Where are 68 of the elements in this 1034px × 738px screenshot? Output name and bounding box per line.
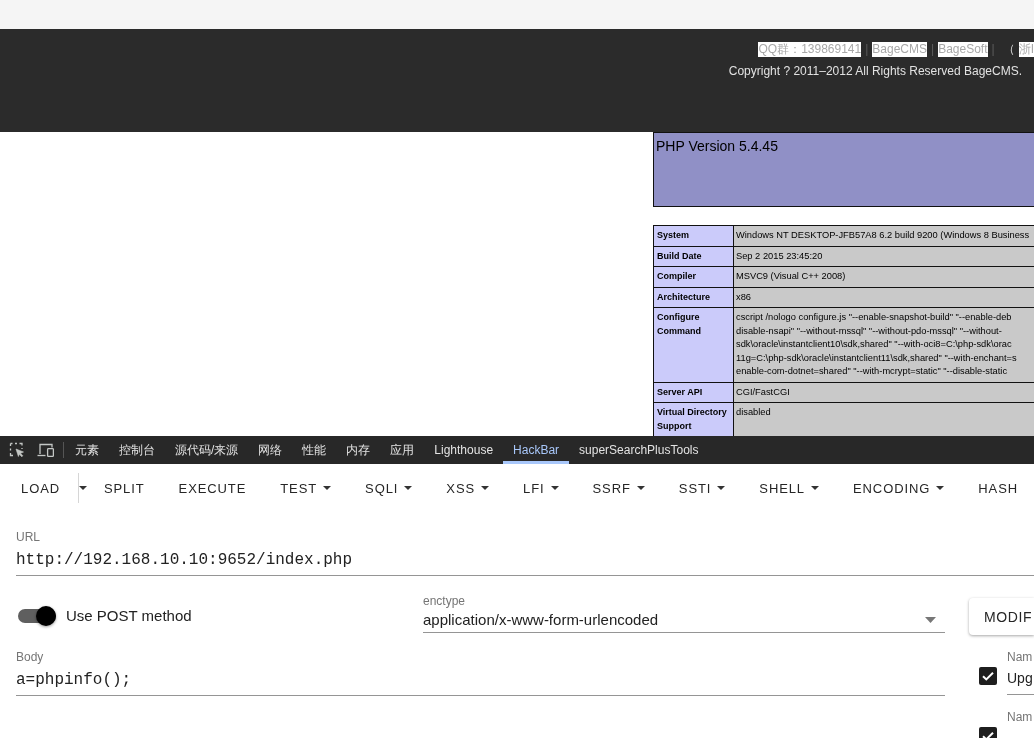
- footer-text: （: [1002, 42, 1015, 57]
- caret-icon: [550, 486, 559, 490]
- devtools-tab[interactable]: HackBar: [503, 436, 570, 464]
- table-value-cell: Sep 2 2015 23:45:20: [733, 246, 1034, 267]
- caret-icon: [636, 486, 645, 490]
- url-input[interactable]: http://192.168.10.10:9652/index.php: [16, 548, 1034, 576]
- table-label-cell: System: [653, 225, 734, 246]
- php-version-title: PHP Version 5.4.45: [656, 138, 778, 154]
- menu-button[interactable]: SQLI: [349, 470, 429, 506]
- caret-icon: [925, 616, 936, 623]
- header-checkbox[interactable]: [979, 667, 997, 685]
- menu-button[interactable]: SSRF: [576, 470, 661, 506]
- devtools-tab[interactable]: 源代码/来源: [165, 436, 249, 464]
- table-label-cell: Server API: [653, 382, 734, 403]
- body-label: Body: [16, 650, 45, 664]
- devtools-tab[interactable]: superSearchPlusTools: [569, 436, 709, 464]
- table-label-cell: Configure Command: [653, 307, 734, 382]
- header-name-label: Nam: [1007, 650, 1034, 664]
- caret-icon: [481, 486, 490, 490]
- enctype-label: enctype: [423, 594, 467, 608]
- caret-icon: [811, 486, 819, 490]
- devtools-tab[interactable]: 网络: [248, 436, 293, 464]
- table-value-cell: MSVC9 (Visual C++ 2008): [733, 266, 1034, 287]
- header-value-input[interactable]: Upg: [1007, 664, 1034, 695]
- caret-icon: [404, 486, 413, 490]
- body-input[interactable]: a=phpinfo();: [16, 668, 945, 696]
- table-label-cell: Compiler: [653, 266, 734, 287]
- copyright-text: Copyright ? 2011–2012 All Rights Reserved BageCMS.: [728, 64, 1023, 79]
- table-value-cell: Windows NT DESKTOP-JFB57A8 6.2 build 9200 (Windows 8 Business: [733, 225, 1034, 246]
- table-label-cell: Architecture: [653, 287, 734, 308]
- enctype-select[interactable]: application/x-www-form-urlencoded: [423, 609, 945, 633]
- dropdown-button[interactable]: [78, 473, 88, 503]
- table-value-cell: CGI/FastCGI: [733, 382, 1034, 403]
- url-label: URL: [16, 530, 41, 544]
- devtools-tab[interactable]: 控制台: [109, 436, 165, 464]
- devtools-tab[interactable]: Lighthouse: [424, 436, 504, 464]
- menu-button[interactable]: SHELL: [743, 470, 835, 506]
- devtools-tab[interactable]: 内存: [336, 436, 381, 464]
- inspect-icon: [9, 442, 25, 458]
- header-name-label: Nam: [1007, 710, 1034, 724]
- devtools-tab[interactable]: 应用: [380, 436, 425, 464]
- table-label-cell: Virtual Directory Support: [653, 402, 734, 436]
- toolbar-button[interactable]: SPLIT: [87, 470, 161, 506]
- table-value-cell: disabled: [733, 402, 1034, 436]
- modify-button[interactable]: MODIF: [969, 598, 1034, 635]
- toolbar-button[interactable]: LOAD: [5, 470, 76, 506]
- table-label-cell: Build Date: [653, 246, 734, 267]
- post-method-switch[interactable]: [18, 605, 56, 626]
- devtools-tab[interactable]: 性能: [292, 436, 337, 464]
- switch-label: Use POST method: [66, 607, 192, 624]
- menu-button[interactable]: LFI: [507, 470, 575, 506]
- device-toolbar-icon: [36, 443, 54, 457]
- table-value-cell: x86: [733, 287, 1034, 308]
- menu-button[interactable]: SSTI: [662, 470, 742, 506]
- caret-icon: [79, 486, 88, 490]
- footer-separator: |: [865, 42, 869, 57]
- toolbar-button[interactable]: EXECUTE: [162, 470, 263, 506]
- table-value-cell: cscript /nologo configure.js "--enable-snapshot-build" "--enable-deb disable-nsapi" "--without-mssql" "--without-pdo-mssql" "--without- sdk\oracle\instantclient10\sdk,shared" "--with-oci8=C:\php-sdk\orac 11g=C:\php-sdk\oracle\instantclient11\sdk,shared" "--with-enchant=s enable-com-dotnet=shared" "--with-mcrypt=static" "--disable-static: [733, 307, 1034, 382]
- footer-separator: |: [931, 42, 935, 57]
- caret-icon: [936, 486, 945, 490]
- caret-icon: [323, 486, 332, 490]
- toolbar-button[interactable]: HASH: [962, 470, 1034, 506]
- menu-button[interactable]: ENCODING: [837, 470, 961, 506]
- menu-button[interactable]: TEST: [264, 470, 348, 506]
- devtools-tab[interactable]: 元素: [65, 436, 109, 464]
- footer-separator: |: [991, 42, 995, 57]
- caret-icon: [717, 486, 726, 490]
- menu-button[interactable]: XSS: [430, 470, 506, 506]
